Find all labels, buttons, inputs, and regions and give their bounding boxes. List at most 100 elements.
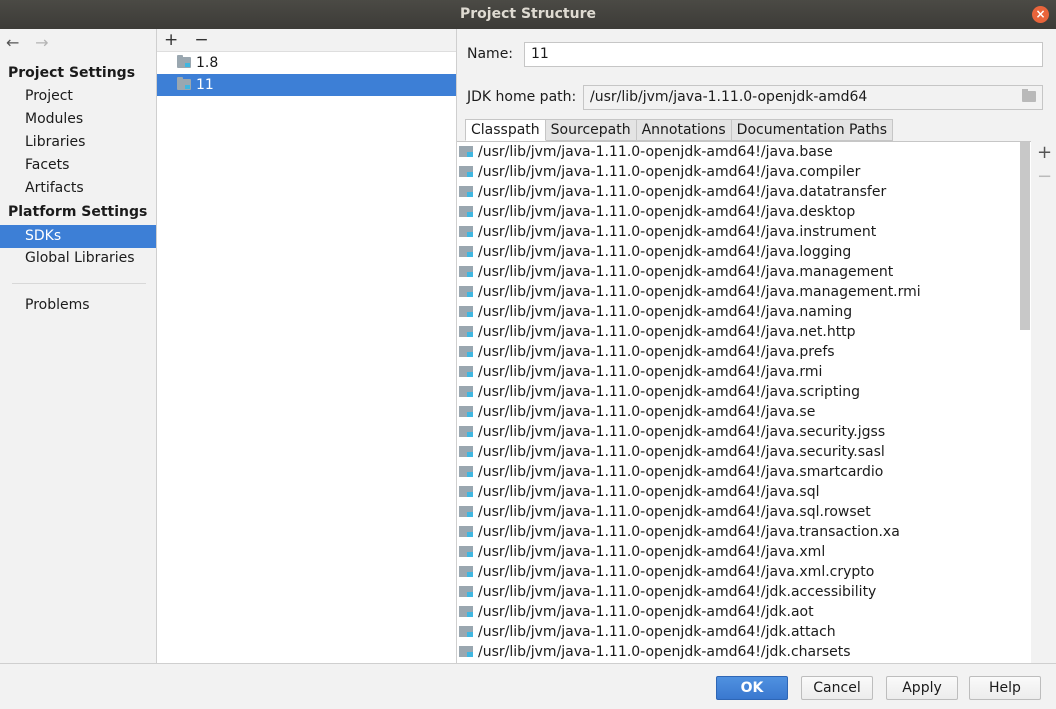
- tab-classpath[interactable]: Classpath: [465, 119, 546, 141]
- browse-folder-icon[interactable]: [1022, 89, 1036, 102]
- nav-item-libraries[interactable]: Libraries: [0, 131, 156, 154]
- classpath-entry-path: /usr/lib/jvm/java-1.11.0-openjdk-amd64!/…: [478, 604, 814, 620]
- tab-annotations[interactable]: Annotations: [636, 119, 732, 141]
- classpath-entry-path: /usr/lib/jvm/java-1.11.0-openjdk-amd64!/…: [478, 164, 861, 180]
- classpath-list[interactable]: /usr/lib/jvm/java-1.11.0-openjdk-amd64!/…: [457, 141, 1031, 663]
- add-sdk-icon[interactable]: +: [164, 29, 189, 51]
- classpath-entry[interactable]: /usr/lib/jvm/java-1.11.0-openjdk-amd64!/…: [457, 502, 1031, 522]
- jar-archive-icon: [459, 566, 473, 577]
- classpath-entry[interactable]: /usr/lib/jvm/java-1.11.0-openjdk-amd64!/…: [457, 322, 1031, 342]
- nav-item-sdks[interactable]: SDKs: [0, 225, 156, 248]
- classpath-entry[interactable]: /usr/lib/jvm/java-1.11.0-openjdk-amd64!/…: [457, 382, 1031, 402]
- classpath-entry-path: /usr/lib/jvm/java-1.11.0-openjdk-amd64!/…: [478, 204, 856, 220]
- forward-arrow-icon[interactable]: →: [35, 33, 59, 52]
- jar-archive-icon: [459, 266, 473, 277]
- jar-archive-icon: [459, 446, 473, 457]
- classpath-entry[interactable]: /usr/lib/jvm/java-1.11.0-openjdk-amd64!/…: [457, 562, 1031, 582]
- jar-archive-icon: [459, 426, 473, 437]
- help-button[interactable]: Help: [969, 676, 1041, 700]
- window-title: Project Structure: [460, 6, 596, 22]
- jar-archive-icon: [459, 146, 473, 157]
- jar-archive-icon: [459, 206, 473, 217]
- cancel-button[interactable]: Cancel: [801, 676, 873, 700]
- classpath-entry[interactable]: /usr/lib/jvm/java-1.11.0-openjdk-amd64!/…: [457, 302, 1031, 322]
- name-field[interactable]: 11: [524, 42, 1043, 67]
- classpath-entry[interactable]: /usr/lib/jvm/java-1.11.0-openjdk-amd64!/…: [457, 642, 1031, 662]
- sdk-detail-panel: Name: 11 JDK home path: /usr/lib/jvm/jav…: [457, 29, 1056, 663]
- classpath-entry-path: /usr/lib/jvm/java-1.11.0-openjdk-amd64!/…: [478, 244, 852, 260]
- classpath-entry-path: /usr/lib/jvm/java-1.11.0-openjdk-amd64!/…: [478, 644, 851, 660]
- classpath-entry[interactable]: /usr/lib/jvm/java-1.11.0-openjdk-amd64!/…: [457, 342, 1031, 362]
- classpath-entry[interactable]: /usr/lib/jvm/java-1.11.0-openjdk-amd64!/…: [457, 222, 1031, 242]
- classpath-entry[interactable]: /usr/lib/jvm/java-1.11.0-openjdk-amd64!/…: [457, 282, 1031, 302]
- classpath-entry-path: /usr/lib/jvm/java-1.11.0-openjdk-amd64!/…: [478, 504, 871, 520]
- classpath-entry[interactable]: /usr/lib/jvm/java-1.11.0-openjdk-amd64!/…: [457, 262, 1031, 282]
- jar-archive-icon: [459, 326, 473, 337]
- classpath-entry[interactable]: /usr/lib/jvm/java-1.11.0-openjdk-amd64!/…: [457, 142, 1031, 162]
- classpath-entry-path: /usr/lib/jvm/java-1.11.0-openjdk-amd64!/…: [478, 144, 833, 160]
- back-arrow-icon[interactable]: ←: [6, 33, 30, 52]
- close-icon[interactable]: ×: [1032, 6, 1049, 23]
- sdk-list-item[interactable]: 1.8: [157, 52, 456, 74]
- nav-item-facets[interactable]: Facets: [0, 154, 156, 177]
- classpath-entry[interactable]: /usr/lib/jvm/java-1.11.0-openjdk-amd64!/…: [457, 462, 1031, 482]
- classpath-entry[interactable]: /usr/lib/jvm/java-1.11.0-openjdk-amd64!/…: [457, 402, 1031, 422]
- classpath-entry[interactable]: /usr/lib/jvm/java-1.11.0-openjdk-amd64!/…: [457, 582, 1031, 602]
- jdk-home-path-field[interactable]: /usr/lib/jvm/java-1.11.0-openjdk-amd64: [583, 85, 1043, 110]
- classpath-entry-path: /usr/lib/jvm/java-1.11.0-openjdk-amd64!/…: [478, 584, 877, 600]
- nav-item-modules[interactable]: Modules: [0, 108, 156, 131]
- jar-archive-icon: [459, 466, 473, 477]
- classpath-entry[interactable]: /usr/lib/jvm/java-1.11.0-openjdk-amd64!/…: [457, 442, 1031, 462]
- name-label: Name:: [467, 46, 514, 62]
- classpath-entry[interactable]: /usr/lib/jvm/java-1.11.0-openjdk-amd64!/…: [457, 482, 1031, 502]
- sdk-label: 1.8: [196, 55, 219, 71]
- nav-item-project[interactable]: Project: [0, 85, 156, 108]
- jar-archive-icon: [459, 286, 473, 297]
- classpath-entry[interactable]: /usr/lib/jvm/java-1.11.0-openjdk-amd64!/…: [457, 162, 1031, 182]
- classpath-entry[interactable]: /usr/lib/jvm/java-1.11.0-openjdk-amd64!/…: [457, 182, 1031, 202]
- classpath-entry[interactable]: /usr/lib/jvm/java-1.11.0-openjdk-amd64!/…: [457, 522, 1031, 542]
- scrollbar[interactable]: [1020, 142, 1030, 330]
- nav-item-artifacts[interactable]: Artifacts: [0, 177, 156, 200]
- remove-path-icon[interactable]: −: [1033, 165, 1056, 189]
- apply-button[interactable]: Apply: [886, 676, 958, 700]
- jar-archive-icon: [459, 306, 473, 317]
- settings-nav: ← → Project Settings Project Modules Lib…: [0, 29, 157, 663]
- classpath-entry[interactable]: /usr/lib/jvm/java-1.11.0-openjdk-amd64!/…: [457, 602, 1031, 622]
- jar-archive-icon: [459, 486, 473, 497]
- jar-archive-icon: [459, 366, 473, 377]
- classpath-entry-path: /usr/lib/jvm/java-1.11.0-openjdk-amd64!/…: [478, 264, 894, 280]
- tab-sourcepath[interactable]: Sourcepath: [545, 119, 637, 141]
- classpath-entry[interactable]: /usr/lib/jvm/java-1.11.0-openjdk-amd64!/…: [457, 622, 1031, 642]
- classpath-entry-path: /usr/lib/jvm/java-1.11.0-openjdk-amd64!/…: [478, 464, 884, 480]
- sdk-list-toolbar: + −: [157, 29, 456, 52]
- jar-archive-icon: [459, 386, 473, 397]
- jar-archive-icon: [459, 166, 473, 177]
- remove-sdk-icon[interactable]: −: [194, 29, 219, 51]
- classpath-entry[interactable]: /usr/lib/jvm/java-1.11.0-openjdk-amd64!/…: [457, 362, 1031, 382]
- classpath-entry[interactable]: /usr/lib/jvm/java-1.11.0-openjdk-amd64!/…: [457, 242, 1031, 262]
- classpath-entry-path: /usr/lib/jvm/java-1.11.0-openjdk-amd64!/…: [478, 384, 861, 400]
- sdk-list-item-selected[interactable]: 11: [157, 74, 456, 96]
- nav-item-global-libraries[interactable]: Global Libraries: [0, 247, 156, 270]
- nav-item-problems[interactable]: Problems: [0, 294, 156, 317]
- jar-archive-icon: [459, 606, 473, 617]
- classpath-entry-path: /usr/lib/jvm/java-1.11.0-openjdk-amd64!/…: [478, 424, 886, 440]
- classpath-entry[interactable]: /usr/lib/jvm/java-1.11.0-openjdk-amd64!/…: [457, 422, 1031, 442]
- classpath-entry[interactable]: /usr/lib/jvm/java-1.11.0-openjdk-amd64!/…: [457, 202, 1031, 222]
- classpath-entry[interactable]: /usr/lib/jvm/java-1.11.0-openjdk-amd64!/…: [457, 542, 1031, 562]
- jar-archive-icon: [459, 506, 473, 517]
- classpath-entry-path: /usr/lib/jvm/java-1.11.0-openjdk-amd64!/…: [478, 544, 826, 560]
- classpath-entry-path: /usr/lib/jvm/java-1.11.0-openjdk-amd64!/…: [478, 444, 885, 460]
- dialog-button-bar: OK Cancel Apply Help: [0, 663, 1056, 709]
- path-tabs: Classpath Sourcepath Annotations Documen…: [465, 119, 894, 141]
- tab-documentation-paths[interactable]: Documentation Paths: [731, 119, 894, 141]
- nav-divider: [12, 283, 146, 284]
- ok-button[interactable]: OK: [716, 676, 788, 700]
- classpath-side-toolbar: + −: [1033, 141, 1056, 663]
- add-path-icon[interactable]: +: [1033, 141, 1056, 165]
- classpath-entry-path: /usr/lib/jvm/java-1.11.0-openjdk-amd64!/…: [478, 484, 820, 500]
- sdk-list-panel: + − 1.8 11: [157, 29, 457, 663]
- classpath-entry-path: /usr/lib/jvm/java-1.11.0-openjdk-amd64!/…: [478, 284, 921, 300]
- jar-archive-icon: [459, 346, 473, 357]
